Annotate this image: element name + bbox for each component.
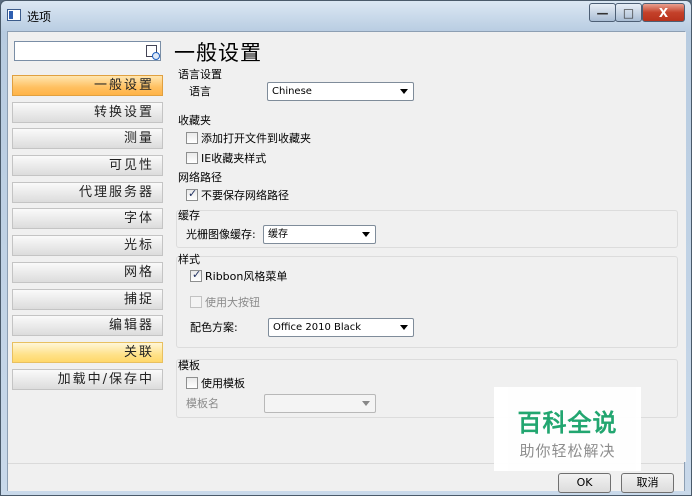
dont-save-network-option[interactable]: 不要保存网络路径 [186, 187, 289, 203]
category-list: 一般设置 转换设置 测量 可见性 代理服务器 字体 光标 网格 捕捉 编辑器 关… [12, 75, 163, 395]
watermark-title: 百科全说 [517, 409, 618, 437]
template-name-select [264, 394, 376, 413]
ribbon-option[interactable]: Ribbon风格菜单 [190, 268, 287, 284]
add-to-favorites-checkbox[interactable] [186, 132, 198, 144]
watermark-logo: 百科全说 助你轻松解决 [494, 387, 641, 471]
search-input[interactable] [14, 41, 161, 61]
language-select[interactable]: Chinese [267, 82, 414, 101]
favorites-group-title: 收藏夹 [178, 114, 211, 127]
sidebar: 一般设置 转换设置 测量 可见性 代理服务器 字体 光标 网格 捕捉 编辑器 关… [8, 32, 168, 462]
cache-group-title: 缓存 [178, 209, 200, 222]
sidebar-item-association[interactable]: 关联 [12, 341, 163, 363]
dont-save-network-checkbox[interactable] [186, 187, 198, 201]
ie-style-option[interactable]: IE收藏夹样式 [186, 150, 266, 166]
cancel-button[interactable]: 取消 [621, 473, 674, 493]
chevron-down-icon [362, 401, 370, 406]
watermark-subtitle: 助你轻松解决 [519, 442, 616, 460]
template-name-label: 模板名 [186, 397, 219, 410]
sidebar-item-measurement[interactable]: 测量 [12, 128, 163, 150]
cache-label: 光栅图像缓存: [186, 228, 256, 241]
sidebar-item-proxy[interactable]: 代理服务器 [12, 181, 163, 203]
language-label: 语言 [189, 85, 211, 98]
big-buttons-option: 使用大按钮 [190, 294, 260, 310]
cache-select-value: 缓存 [268, 229, 288, 240]
ok-button[interactable]: OK [558, 473, 611, 493]
maximize-button[interactable]: □ [615, 3, 642, 22]
cache-select[interactable]: 缓存 [263, 225, 376, 244]
ribbon-label: Ribbon风格菜单 [205, 270, 288, 283]
sidebar-item-snap[interactable]: 捕捉 [12, 288, 163, 310]
template-group-title: 模板 [178, 359, 200, 372]
minimize-button[interactable]: — [589, 3, 616, 22]
title-bar[interactable]: 选项 — □ X [1, 1, 691, 31]
color-scheme-label: 配色方案: [190, 321, 238, 334]
chevron-down-icon [400, 325, 408, 330]
language-select-value: Chinese [272, 86, 312, 97]
sidebar-item-editor[interactable]: 编辑器 [12, 315, 163, 337]
color-scheme-select[interactable]: Office 2010 Black [268, 318, 414, 337]
ribbon-checkbox[interactable] [190, 268, 202, 282]
close-button[interactable]: X [642, 3, 685, 22]
options-dialog: 选项 — □ X 一般设置 转换设置 测量 可见性 代理服务器 字体 光标 网格… [0, 0, 692, 496]
sidebar-item-cursor[interactable]: 光标 [12, 235, 163, 257]
language-group-title: 语言设置 [178, 68, 222, 81]
style-group-title: 样式 [178, 253, 200, 266]
app-icon [7, 9, 21, 21]
use-template-option[interactable]: 使用模板 [186, 375, 245, 391]
search-icon[interactable] [146, 45, 160, 60]
big-buttons-label: 使用大按钮 [205, 296, 260, 309]
sidebar-item-grid[interactable]: 网格 [12, 261, 163, 283]
add-to-favorites-option[interactable]: 添加打开文件到收藏夹 [186, 130, 311, 146]
sidebar-item-loading-saving[interactable]: 加载中/保存中 [12, 368, 163, 390]
network-group-title: 网络路径 [178, 171, 222, 184]
sidebar-item-conversion[interactable]: 转换设置 [12, 101, 163, 123]
sidebar-item-fonts[interactable]: 字体 [12, 208, 163, 230]
sidebar-item-visibility[interactable]: 可见性 [12, 155, 163, 177]
sidebar-item-general[interactable]: 一般设置 [12, 75, 163, 96]
page-title: 一般设置 [174, 41, 262, 65]
add-to-favorites-label: 添加打开文件到收藏夹 [201, 132, 311, 145]
ie-style-checkbox[interactable] [186, 152, 198, 164]
color-scheme-select-value: Office 2010 Black [273, 322, 362, 333]
chevron-down-icon [400, 89, 408, 94]
use-template-label: 使用模板 [201, 377, 245, 390]
dont-save-network-label: 不要保存网络路径 [201, 189, 289, 202]
use-template-checkbox[interactable] [186, 377, 198, 389]
big-buttons-checkbox [190, 296, 202, 308]
chevron-down-icon [362, 232, 370, 237]
ie-style-label: IE收藏夹样式 [201, 152, 267, 165]
window-title: 选项 [27, 10, 52, 24]
